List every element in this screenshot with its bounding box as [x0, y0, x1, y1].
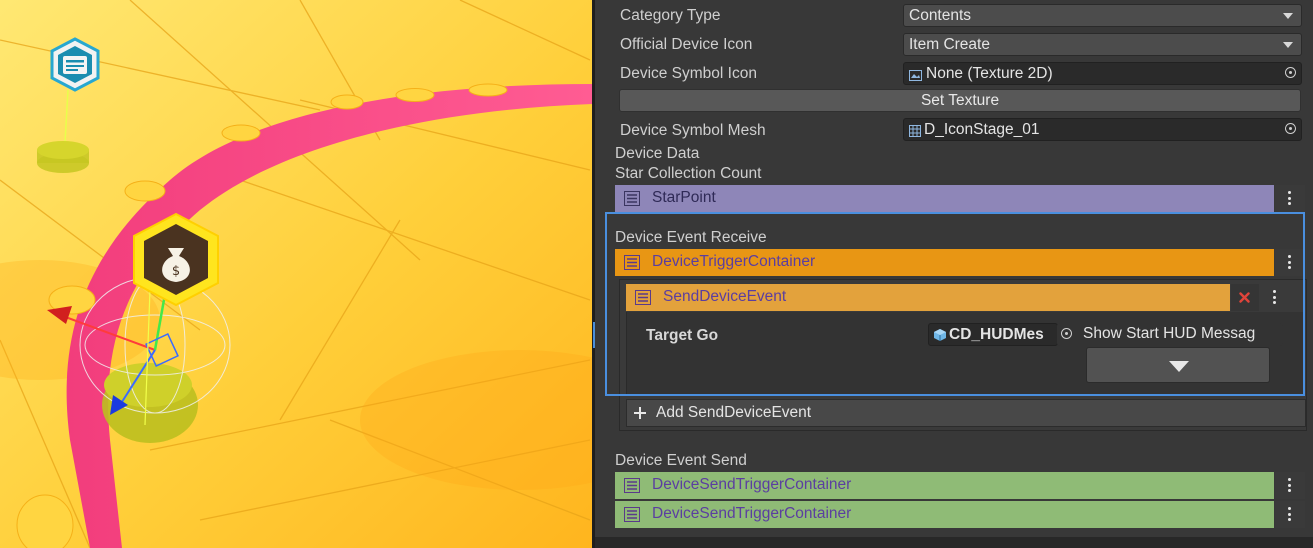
inspector-panel: Category Type Contents Official Device I…	[595, 0, 1313, 548]
star-point-label: StarPoint	[652, 189, 716, 206]
star-point-bar[interactable]: StarPoint	[615, 185, 1274, 212]
triangle-down-icon	[1169, 361, 1189, 372]
scene-view[interactable]: $	[0, 0, 592, 548]
device-symbol-icon-field[interactable]: None (Texture 2D)	[903, 62, 1302, 85]
star-collection-label: Star Collection Count	[615, 165, 762, 182]
svg-text:$: $	[172, 264, 180, 279]
trigger-container-bar[interactable]: DeviceTriggerContainer	[615, 249, 1274, 276]
method-value: Show Start HUD Messag	[1083, 325, 1256, 342]
kebab-menu-icon	[1288, 478, 1292, 495]
kebab-menu-icon	[1288, 255, 1292, 272]
send-device-event-bar[interactable]: SendDeviceEvent	[626, 284, 1230, 311]
trigger-container-menu-button[interactable]	[1275, 249, 1305, 276]
object-picker-icon[interactable]	[1285, 67, 1296, 78]
kebab-menu-icon	[1288, 507, 1292, 524]
category-type-dropdown[interactable]: Contents	[903, 4, 1302, 27]
method-field[interactable]: Show Start HUD Messag	[1057, 323, 1283, 346]
send-container-bar[interactable]: DeviceSendTriggerContainer	[615, 472, 1274, 499]
chevron-down-icon	[1283, 13, 1293, 19]
category-type-label: Category Type	[620, 7, 721, 24]
chevron-down-icon	[1283, 42, 1293, 48]
send-device-event-menu-button[interactable]	[1260, 284, 1290, 311]
kebab-menu-icon	[1273, 290, 1277, 307]
set-texture-button[interactable]: Set Texture	[619, 89, 1301, 112]
device-event-send-label: Device Event Send	[615, 452, 747, 469]
device-event-receive-label: Device Event Receive	[615, 229, 767, 246]
list-icon	[635, 290, 651, 310]
add-send-device-event-button[interactable]: Add SendDeviceEvent	[626, 399, 1306, 427]
target-go-value: CD_HUDMes	[949, 326, 1044, 343]
official-device-icon-label: Official Device Icon	[620, 36, 753, 53]
target-go-label: Target Go	[646, 327, 719, 344]
plus-icon	[634, 407, 646, 419]
trigger-container-label: DeviceTriggerContainer	[652, 253, 816, 270]
list-icon	[624, 507, 640, 527]
object-picker-icon[interactable]	[1285, 123, 1296, 134]
send-device-event-label: SendDeviceEvent	[663, 288, 787, 305]
device-symbol-mesh-field[interactable]: D_IconStage_01	[903, 118, 1302, 141]
send-container-bar[interactable]: DeviceSendTriggerContainer	[615, 501, 1274, 528]
send-container-label: DeviceSendTriggerContainer	[652, 505, 852, 522]
official-device-icon-value: Item Create	[909, 36, 990, 53]
send-container-menu-button[interactable]	[1275, 472, 1305, 499]
list-icon	[624, 191, 640, 211]
remove-event-button[interactable]	[1231, 284, 1259, 311]
device-symbol-icon-value: None (Texture 2D)	[926, 65, 1053, 82]
device-data-label: Device Data	[615, 145, 700, 162]
list-icon	[624, 255, 640, 275]
mesh-grid-icon	[909, 124, 921, 142]
close-icon	[1239, 292, 1250, 303]
object-picker-icon[interactable]	[1061, 328, 1072, 339]
inspector-footer	[595, 537, 1313, 548]
send-container-menu-button[interactable]	[1275, 501, 1305, 528]
device-symbol-mesh-value: D_IconStage_01	[924, 121, 1040, 138]
scene-canvas[interactable]: $	[0, 0, 592, 548]
kebab-menu-icon	[1288, 191, 1292, 208]
star-point-menu-button[interactable]	[1275, 185, 1305, 212]
target-go-field[interactable]: CD_HUDMes	[928, 323, 1058, 346]
add-send-device-event-label: Add SendDeviceEvent	[656, 404, 812, 421]
list-icon	[624, 478, 640, 498]
official-device-icon-dropdown[interactable]: Item Create	[903, 33, 1302, 56]
device-symbol-icon-label: Device Symbol Icon	[620, 65, 757, 82]
method-dropdown-button[interactable]	[1086, 347, 1270, 383]
device-symbol-mesh-label: Device Symbol Mesh	[620, 122, 766, 139]
texture-icon	[909, 68, 922, 86]
send-container-label: DeviceSendTriggerContainer	[652, 476, 852, 493]
menu-card-icon[interactable]	[50, 37, 100, 92]
cube-icon	[933, 328, 947, 345]
category-type-value: Contents	[909, 7, 972, 24]
